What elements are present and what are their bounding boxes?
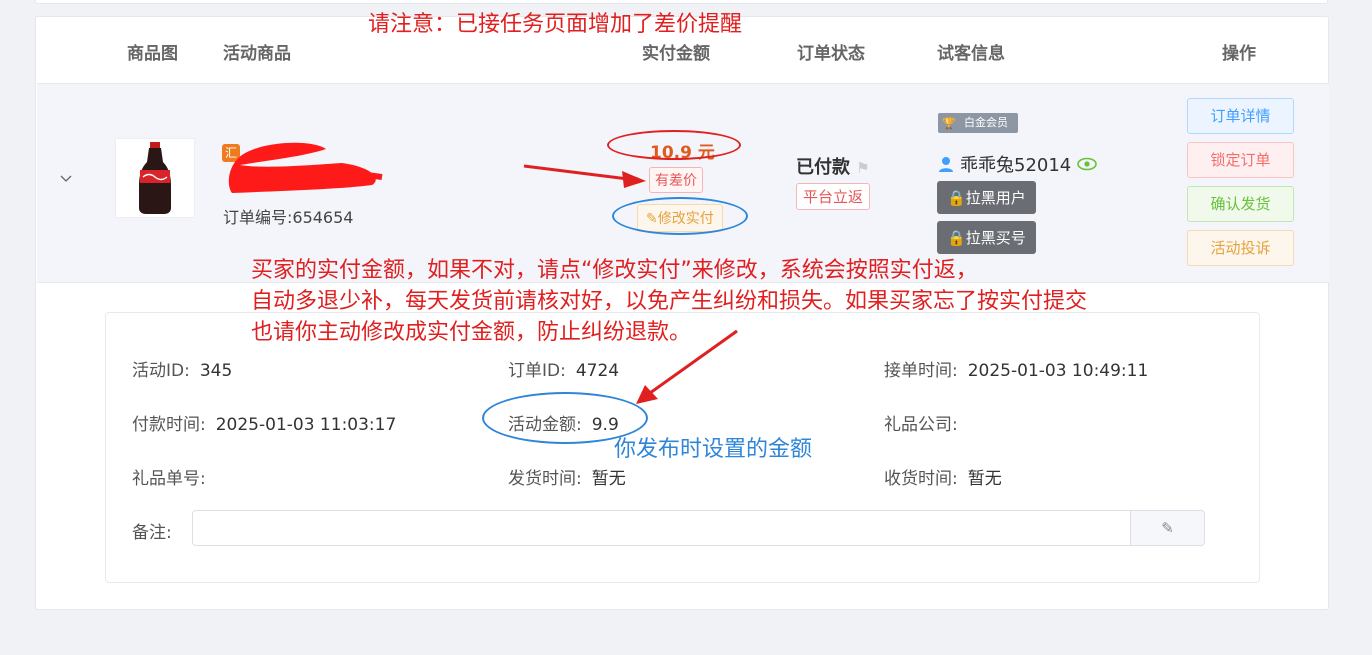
annotation-line-1: 买家的实付金额，如果不对，请点“修改实付”来修改，系统会按照实付返，: [251, 258, 978, 283]
redacted-product-name: [228, 142, 383, 193]
header-paid-amount: 实付金额: [642, 44, 710, 64]
lock-order-button[interactable]: 锁定订单: [1187, 142, 1294, 178]
platform-rebate-tag: 平台立返: [796, 183, 871, 210]
remark-edit-button[interactable]: ✎: [1130, 510, 1205, 546]
amount-highlight-oval: [482, 392, 648, 444]
accept-time-field: 接单时间: 2025-01-03 10:49:11: [884, 361, 1149, 381]
confirm-shipment-button[interactable]: 确认发货: [1187, 186, 1294, 222]
activity-id-field: 活动ID: 345: [132, 361, 233, 381]
product-image: [115, 138, 195, 218]
lock-icon: 🔒: [947, 229, 966, 247]
order-id-field: 订单ID: 4724: [508, 361, 620, 381]
header-tester-info: 试客信息: [937, 44, 1005, 64]
annotation-top-note: 请注意：已接任务页面增加了差价提醒: [368, 12, 743, 37]
price-highlight-oval: [607, 130, 741, 160]
tester-username: 乖乖兔52014: [938, 151, 1098, 177]
eye-icon[interactable]: [1077, 157, 1098, 171]
price-diff-tag: 有差价: [649, 167, 703, 193]
remark-label: 备注:: [132, 523, 172, 543]
header-activity-product: 活动商品: [223, 44, 291, 64]
gift-number-field: 礼品单号:: [132, 469, 206, 489]
receive-time-field: 收货时间: 暂无: [884, 469, 1002, 489]
remark-input[interactable]: [192, 510, 1132, 546]
annotation-line-2: 自动多退少补，每天发货前请核对好，以免产生纠纷和损失。如果买家忘了按实付提交: [251, 289, 1088, 314]
blacklist-user-button[interactable]: 🔒拉黑用户: [937, 181, 1036, 214]
order-details-button[interactable]: 订单详情: [1187, 98, 1294, 134]
complaint-button[interactable]: 活动投诉: [1187, 230, 1294, 266]
trophy-icon: 🏆: [942, 117, 956, 130]
cola-bottle-icon: [139, 142, 171, 214]
header-product-image: 商品图: [127, 44, 178, 64]
annotation-blue-note: 你发布时设置的金额: [614, 437, 813, 462]
order-number: 订单编号:654654: [223, 208, 354, 227]
ship-time-field: 发货时间: 暂无: [508, 469, 626, 489]
header-actions: 操作: [1222, 44, 1256, 64]
flag-icon: ⚑: [856, 159, 870, 177]
member-badge: 🏆 白金会员: [938, 113, 1018, 133]
pay-time-field: 付款时间: 2025-01-03 11:03:17: [132, 415, 397, 435]
user-icon: [939, 157, 953, 172]
modify-highlight-oval: [612, 197, 748, 235]
order-status: 已付款 ⚑: [796, 157, 870, 178]
chevron-down-icon[interactable]: [60, 172, 72, 184]
edit-icon: ✎: [1161, 519, 1174, 537]
annotation-line-3: 也请你主动修改成实付金额，防止纠纷退款。: [251, 320, 692, 345]
lock-icon: 🔒: [947, 189, 966, 207]
header-order-status: 订单状态: [797, 44, 865, 64]
previous-card-edge: [35, 0, 1328, 4]
gift-company-field: 礼品公司:: [884, 415, 958, 435]
blacklist-account-button[interactable]: 🔒拉黑买号: [937, 221, 1036, 254]
